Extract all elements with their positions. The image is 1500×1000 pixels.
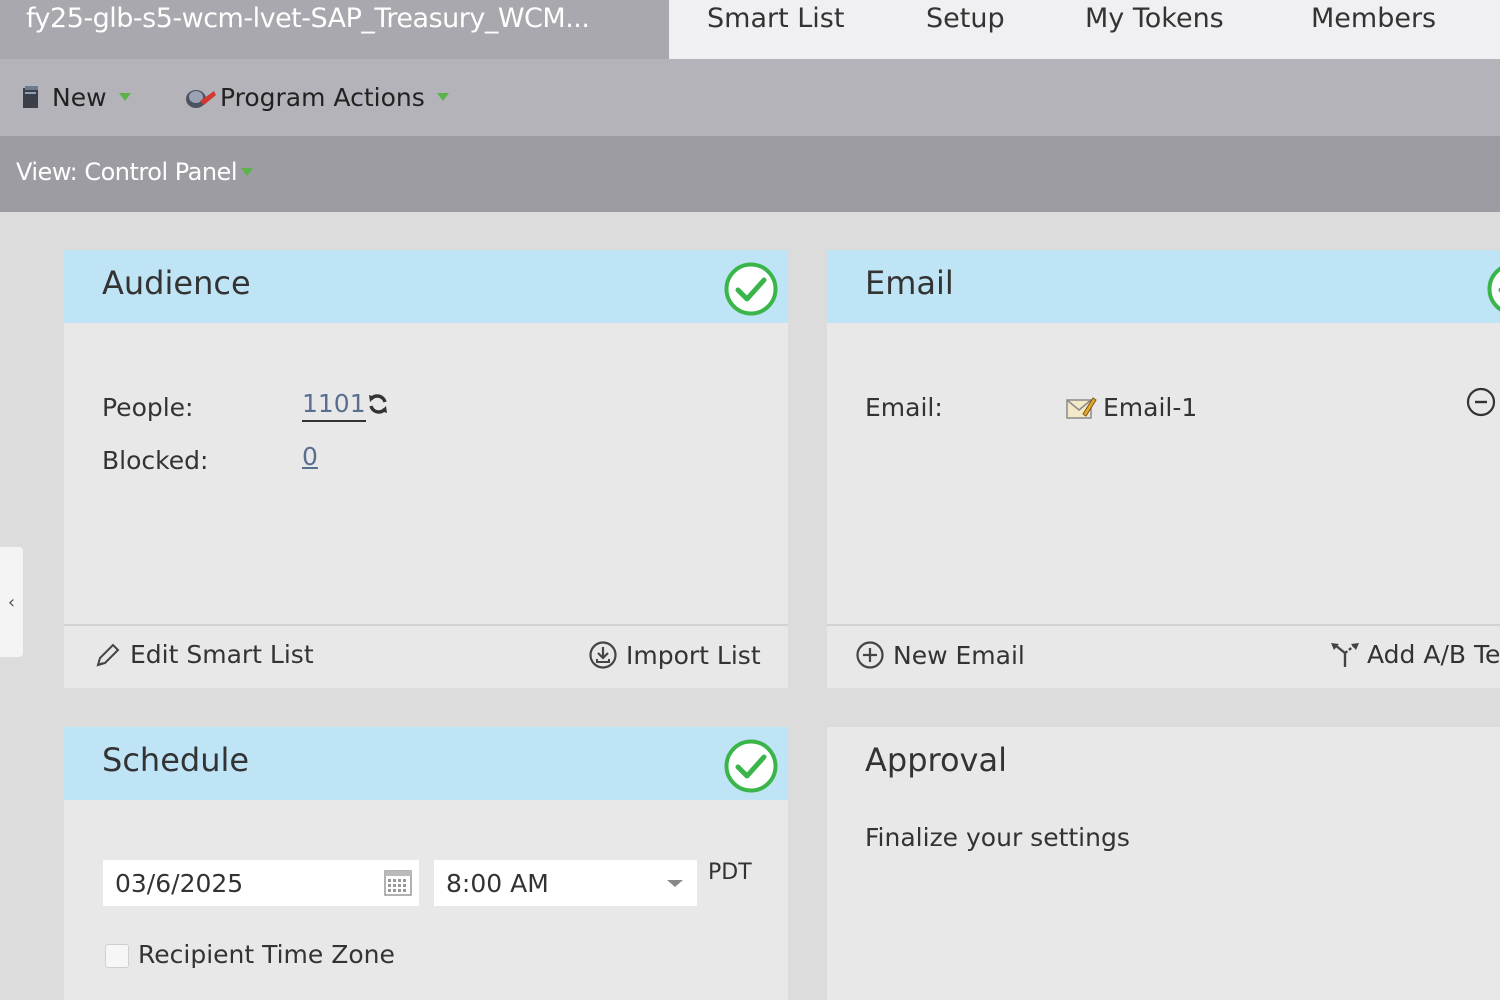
new-email-button[interactable]: New Email	[855, 640, 1025, 670]
plus-circle-icon	[856, 641, 884, 669]
tab-smart-list[interactable]: Smart List	[707, 3, 844, 34]
chevron-left-icon: ‹	[7, 591, 16, 613]
refresh-icon[interactable]	[366, 392, 390, 416]
new-email-label: New Email	[893, 640, 1025, 670]
dropdown-arrow-icon	[667, 880, 683, 887]
email-footer: New Email Add A/B Tes	[827, 624, 1500, 688]
add-ab-test-button[interactable]: Add A/B Tes	[1329, 640, 1500, 669]
program-actions-button[interactable]: Program Actions	[184, 81, 449, 113]
import-list-button[interactable]: Import List	[588, 640, 761, 670]
collapse-sidebar-handle[interactable]: ‹	[0, 547, 23, 657]
toolbar: New Program Actions	[0, 59, 1500, 136]
check-circle-icon	[724, 262, 778, 316]
add-ab-test-label: Add A/B Tes	[1367, 640, 1500, 669]
email-asset-name: Email-1	[1103, 393, 1198, 422]
recipient-time-zone-checkbox[interactable]	[105, 944, 129, 968]
tab-my-tokens[interactable]: My Tokens	[1085, 3, 1224, 34]
tab-program-name[interactable]: fy25-glb-s5-wcm-lvet-SAP_Treasury_WCM...	[0, 0, 669, 59]
new-label: New	[52, 82, 107, 112]
edit-smart-list-label: Edit Smart List	[130, 640, 314, 669]
email-header: Email	[827, 250, 1500, 323]
program-actions-icon	[186, 90, 216, 108]
view-selector[interactable]: View: Control Panel	[16, 158, 253, 186]
approval-title: Approval	[865, 741, 1007, 779]
new-document-icon	[23, 86, 38, 108]
pencil-icon	[96, 643, 120, 666]
chevron-down-icon	[240, 168, 253, 176]
tab-setup[interactable]: Setup	[926, 3, 1005, 34]
email-label: Email:	[865, 393, 943, 422]
view-bar: View: Control Panel	[0, 136, 1500, 212]
time-select[interactable]: 8:00 AM	[434, 860, 697, 906]
audience-footer: Edit Smart List Import List	[64, 624, 788, 688]
schedule-panel: Schedule 03/6/2025 8:00 AM PDT Recipient…	[64, 727, 788, 1000]
date-value: 03/6/2025	[115, 868, 244, 898]
timezone-label: PDT	[708, 860, 752, 885]
blocked-count-link[interactable]: 0	[302, 442, 318, 471]
email-asset-icon	[1066, 396, 1097, 419]
tab-bar: fy25-glb-s5-wcm-lvet-SAP_Treasury_WCM...…	[0, 0, 1500, 59]
people-count-link[interactable]: 1101	[302, 389, 366, 422]
program-actions-label: Program Actions	[220, 82, 425, 112]
remove-circle-icon[interactable]	[1465, 386, 1497, 418]
approval-message: Finalize your settings	[865, 823, 1130, 852]
chevron-down-icon	[118, 93, 131, 101]
email-title: Email	[865, 264, 954, 302]
schedule-header: Schedule	[64, 727, 788, 800]
audience-panel: Audience People: 1101 Blocked: 0 Edit Sm…	[64, 250, 788, 688]
email-panel: Email Email: Email-1 New Email Add A/B T…	[827, 250, 1500, 688]
approval-panel: Approval Finalize your settings	[827, 727, 1500, 1000]
new-button[interactable]: New	[20, 81, 131, 113]
chevron-down-icon	[436, 93, 449, 101]
email-asset-link[interactable]: Email-1	[1065, 393, 1197, 422]
tab-members[interactable]: Members	[1311, 3, 1436, 34]
people-label: People:	[102, 393, 194, 422]
time-value: 8:00 AM	[446, 868, 549, 898]
blocked-label: Blocked:	[102, 446, 209, 475]
program-name-label: fy25-glb-s5-wcm-lvet-SAP_Treasury_WCM...	[26, 3, 590, 34]
calendar-icon[interactable]	[383, 868, 413, 898]
import-list-label: Import List	[626, 640, 761, 670]
check-circle-icon	[724, 739, 778, 793]
split-arrows-icon	[1331, 642, 1359, 667]
audience-title: Audience	[102, 264, 251, 302]
audience-header: Audience	[64, 250, 788, 323]
edit-smart-list-button[interactable]: Edit Smart List	[94, 640, 314, 669]
view-label: View: Control Panel	[16, 158, 237, 186]
schedule-title: Schedule	[102, 741, 250, 779]
import-icon	[589, 641, 617, 669]
recipient-time-zone-label: Recipient Time Zone	[138, 940, 395, 969]
date-input[interactable]: 03/6/2025	[103, 860, 419, 906]
check-circle-icon	[1487, 266, 1500, 312]
